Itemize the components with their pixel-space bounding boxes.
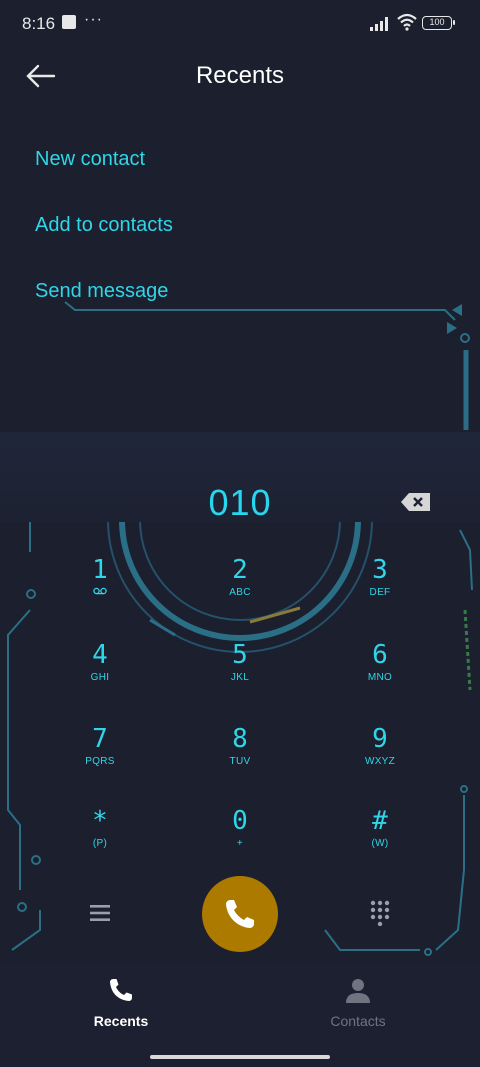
key-5[interactable]: 5 JKL [180,640,300,710]
key-7[interactable]: 7 PQRS [40,724,160,794]
call-button[interactable] [202,876,278,952]
key-digit: 2 [232,555,248,585]
wifi-icon [397,13,417,31]
tab-contacts-label: Contacts [330,1013,386,1029]
status-time: 8:16 [22,14,56,33]
voicemail-icon [40,587,160,598]
key-6[interactable]: 6 MNO [320,640,440,710]
key-8[interactable]: 8 TUV [180,724,300,794]
signal-icon [370,17,388,31]
key-digit: 1 [92,555,108,585]
menu-icon[interactable] [88,902,112,924]
tab-recents-label: Recents [93,1013,149,1029]
key-star[interactable]: * (P) [40,806,160,876]
person-icon [346,979,370,1003]
key-1[interactable]: 1 [40,555,160,625]
key-digit: 8 [232,724,248,754]
tab-contacts[interactable]: Contacts [278,976,438,1029]
home-indicator[interactable] [150,1055,330,1059]
key-digit: 9 [372,724,388,754]
key-digit: * [92,806,108,836]
new-contact-link[interactable]: New contact [35,148,145,171]
battery-icon: 100 [422,16,455,30]
key-9[interactable]: 9 WXYZ [320,724,440,794]
key-letters: MNO [367,672,393,683]
phone-icon [226,900,254,928]
key-letters: PQRS [85,756,115,767]
status-bar: 8:16 ··· 100 [0,0,480,48]
key-digit: 5 [232,640,248,670]
key-letters: ABC [229,587,251,598]
key-3[interactable]: 3 DEF [320,555,440,625]
phone-icon [110,979,132,1001]
key-hash[interactable]: # (W) [320,806,440,876]
key-4[interactable]: 4 GHI [40,640,160,710]
key-digit: 6 [372,640,388,670]
key-digit: 3 [372,555,388,585]
key-letters: TUV [229,756,251,767]
key-digit: # [372,806,388,836]
bottom-navigation: Recents Contacts [0,966,480,1067]
key-letters: + [236,838,244,849]
tab-recents[interactable]: Recents [41,976,201,1029]
key-digit: 0 [232,806,248,836]
key-letters: JKL [230,672,250,683]
key-letters: DEF [369,587,391,598]
send-message-link[interactable]: Send message [35,280,168,303]
backspace-icon[interactable] [400,491,432,513]
key-letters: (W) [371,838,389,849]
more-notifications-icon: ··· [84,11,103,28]
key-2[interactable]: 2 ABC [180,555,300,625]
dialpad-icon[interactable] [370,900,390,926]
key-digit: 4 [92,640,108,670]
key-0[interactable]: 0 + [180,806,300,876]
notification-icon [62,15,76,29]
key-letters: GHI [90,672,110,683]
add-to-contacts-link[interactable]: Add to contacts [35,214,173,237]
page-title: Recents [195,62,285,89]
key-digit: 7 [92,724,108,754]
key-letters: (P) [92,838,108,849]
key-letters: WXYZ [364,756,396,767]
